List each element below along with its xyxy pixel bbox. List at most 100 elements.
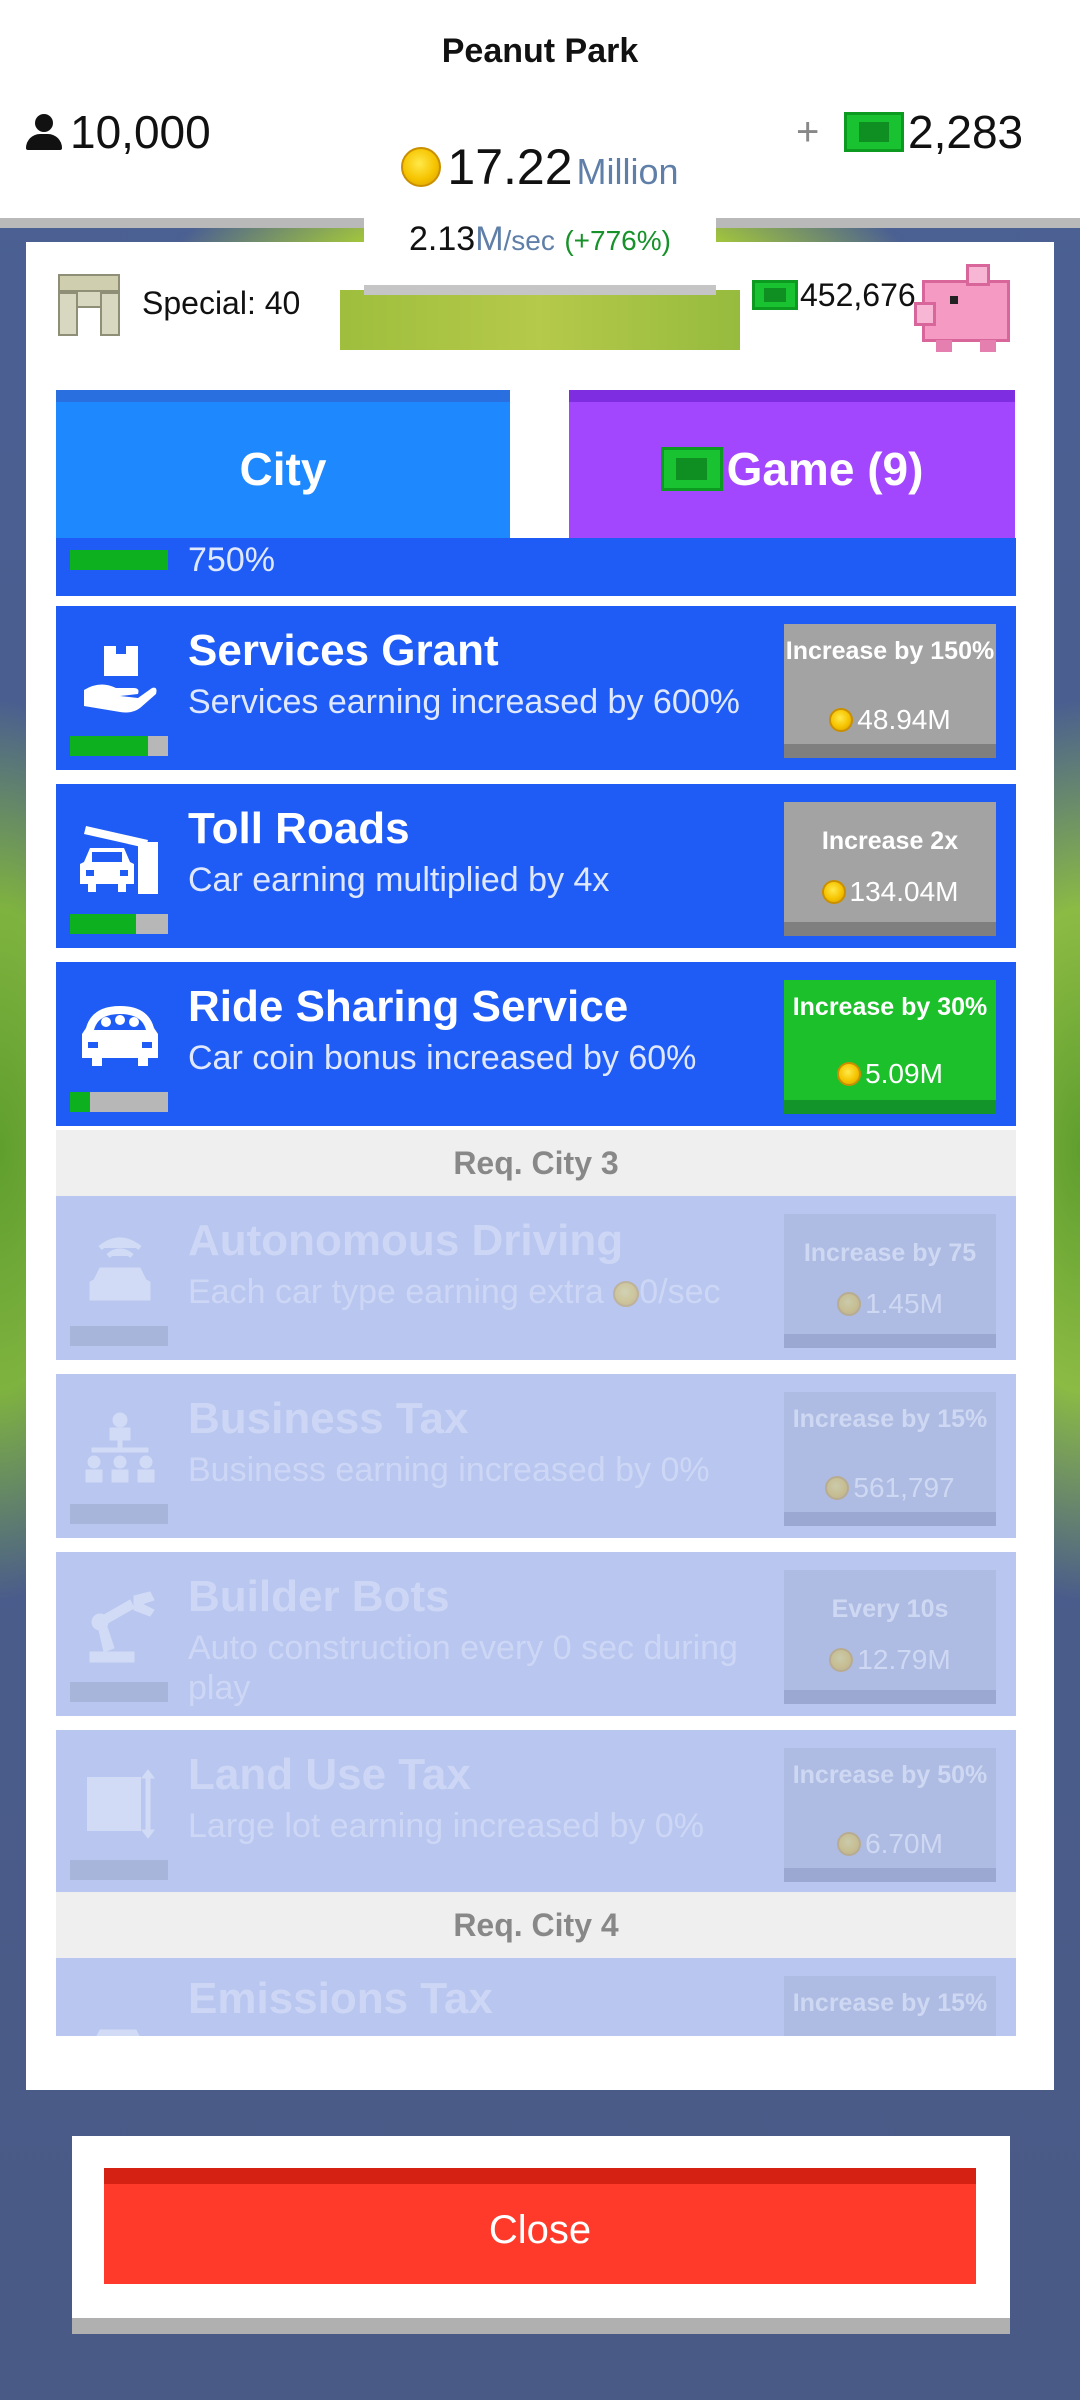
upgrade-buy-label: Increase by 30% xyxy=(792,993,988,1021)
upgrade-progress xyxy=(70,1682,168,1702)
coin-icon xyxy=(837,1832,862,1856)
add-cash-button[interactable]: + xyxy=(796,110,819,155)
upgrade-buy-button: Increase by 15% xyxy=(784,1976,996,2036)
upgrade-name: Autonomous Driving xyxy=(188,1216,624,1265)
upgrade-description: Car coin bonus increased by 60% xyxy=(188,1039,697,1077)
upgrade-row-locked: Land Use Tax Large lot earning increased… xyxy=(56,1730,1016,1894)
upgrade-description: Auto construction every 0 sec during pla… xyxy=(188,1629,738,1707)
coin-rate: 2.13M/sec (+776%) xyxy=(364,220,716,259)
coins-amount: 17.22 xyxy=(447,139,573,195)
close-button-label: Close xyxy=(488,2208,592,2252)
upgrade-name: Land Use Tax xyxy=(188,1750,471,1799)
upgrade-progress xyxy=(70,1504,168,1524)
upgrade-progress xyxy=(70,736,168,756)
coin-icon xyxy=(825,1476,850,1500)
wifi-car-icon xyxy=(72,1230,168,1310)
upgrade-progress xyxy=(70,550,168,570)
upgrade-buy-label: Increase 2x xyxy=(821,827,959,855)
upgrade-buy-button[interactable]: Increase 2x 134.04M xyxy=(784,802,996,936)
upgrade-row: Toll Roads Car earning multiplied by 4x … xyxy=(56,784,1016,948)
hand-with-box-icon xyxy=(72,640,168,720)
coin-rate-bonus: (+776%) xyxy=(564,225,671,256)
upgrade-row-locked: Autonomous Driving Each car type earning… xyxy=(56,1196,1016,1360)
upgrade-description: Services earning increased by 600% xyxy=(188,683,740,721)
upgrade-description: 750% xyxy=(188,541,275,579)
special-label: Special: 40 xyxy=(142,284,301,321)
upgrade-row-partial: 750% xyxy=(56,538,1016,596)
upgrade-buy-button[interactable]: Increase by 30% 5.09M xyxy=(784,980,996,1114)
upgrade-buy-button: Every 10s 12.79M xyxy=(784,1570,996,1704)
tab-game-label: Game (9) xyxy=(726,443,924,495)
upgrade-description: Large lot earning increased by 0% xyxy=(188,1807,704,1845)
upgrade-cost: 134.04M xyxy=(849,876,959,907)
park-name: Peanut Park xyxy=(441,32,639,70)
upgrade-buy-label: Every 10s xyxy=(831,1595,949,1623)
upgrade-name: Ride Sharing Service xyxy=(188,982,629,1031)
cash-counter[interactable]: 2,283 xyxy=(844,104,1023,160)
population-value: 10,000 xyxy=(70,106,211,158)
upgrade-row-locked: Emissions Tax Increase by 15% xyxy=(56,1958,1016,2036)
coin-rate-value: 2.13 xyxy=(409,220,476,258)
coin-icon xyxy=(837,1292,862,1316)
upgrade-name: Services Grant xyxy=(188,626,499,675)
upgrade-row: Services Grant Services earning increase… xyxy=(56,606,1016,770)
upgrade-progress xyxy=(70,1326,168,1346)
coin-icon xyxy=(613,1281,640,1308)
upgrade-cost: 6.70M xyxy=(865,1828,943,1859)
coins-unit: Million xyxy=(576,151,679,192)
coin-rate-unit-m: M xyxy=(475,220,504,258)
upgrade-buy-button: Increase by 15% 561,797 xyxy=(784,1392,996,1526)
coins-counter: 17.22 Million xyxy=(364,132,716,202)
cash-bill-icon xyxy=(752,280,798,310)
cash-bill-icon xyxy=(660,447,723,491)
upgrade-name: Emissions Tax xyxy=(188,1974,493,2023)
upgrade-name: Toll Roads xyxy=(188,804,410,853)
panel-notch-background xyxy=(340,290,740,350)
car-emissions-icon xyxy=(72,1992,168,2036)
population-counter: 10,000 xyxy=(26,104,211,160)
tab-city-label: City xyxy=(239,443,327,495)
coins-panel-shadow xyxy=(364,285,716,295)
org-chart-icon xyxy=(72,1408,168,1488)
upgrade-progress xyxy=(70,914,168,934)
upgrade-description: Car earning multiplied by 4x xyxy=(188,861,610,899)
upgrade-buy-label: Increase by 15% xyxy=(792,1989,988,2017)
coin-icon xyxy=(837,1062,862,1086)
upgrade-cost: 561,797 xyxy=(853,1472,955,1503)
measure-square-icon xyxy=(72,1764,168,1844)
close-container-shadow xyxy=(72,2318,1010,2334)
upgrade-description-suffix: 0/sec xyxy=(639,1273,721,1311)
robot-arm-icon xyxy=(72,1586,168,1666)
car-passengers-icon xyxy=(72,996,168,1076)
upgrade-name: Builder Bots xyxy=(188,1572,450,1621)
upgrades-list[interactable]: 750% Services Grant Services earning inc… xyxy=(56,538,1016,2036)
upgrade-row-locked: Business Tax Business earning increased … xyxy=(56,1374,1016,1538)
upgrade-buy-button[interactable]: Increase by 150% 48.94M xyxy=(784,624,996,758)
tab-city[interactable]: City xyxy=(56,390,510,538)
upgrade-description: Each car type earning extra 0/sec xyxy=(188,1272,808,1312)
upgrade-cost: 12.79M xyxy=(857,1644,951,1675)
arch-landmark-icon xyxy=(56,268,122,338)
piggy-bank-icon[interactable] xyxy=(914,256,1016,356)
upgrade-description: Business earning increased by 0% xyxy=(188,1451,710,1489)
coin-rate-unit-sec: /sec xyxy=(503,225,555,256)
upgrade-buy-button: Increase by 50% 6.70M xyxy=(784,1748,996,1882)
piggy-bank-value: 452,676 xyxy=(800,276,916,313)
upgrade-row-locked: Builder Bots Auto construction every 0 s… xyxy=(56,1552,1016,1716)
upgrade-buy-label: Increase by 150% xyxy=(785,637,995,665)
coin-icon xyxy=(821,880,846,904)
upgrade-cost: 48.94M xyxy=(857,704,951,735)
tab-game[interactable]: Game (9) xyxy=(569,390,1015,538)
toll-gate-car-icon xyxy=(72,818,168,898)
upgrade-cost: 1.45M xyxy=(865,1288,943,1319)
upgrade-row: Ride Sharing Service Car coin bonus incr… xyxy=(56,962,1016,1126)
close-button[interactable]: Close xyxy=(104,2168,976,2284)
upgrade-description-text: Each car type earning extra xyxy=(188,1273,604,1311)
upgrade-buy-button: Increase by 75 1.45M xyxy=(784,1214,996,1348)
special-counter: Special: 40 xyxy=(56,264,300,342)
upgrade-name: Business Tax xyxy=(188,1394,469,1443)
person-icon xyxy=(26,114,62,150)
upgrade-progress xyxy=(70,1860,168,1880)
coin-icon xyxy=(829,708,854,732)
upgrade-buy-label: Increase by 15% xyxy=(792,1405,988,1433)
